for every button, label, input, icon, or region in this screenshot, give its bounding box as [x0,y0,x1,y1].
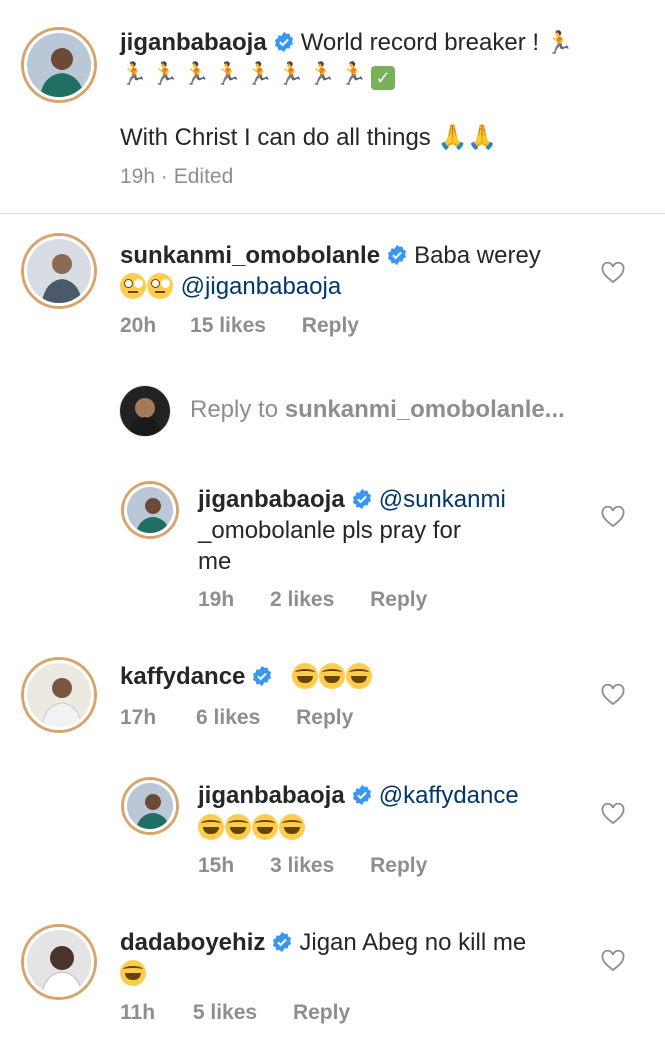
profile-photo-icon [120,386,170,436]
reply-target: sunkanmi_omobolanle... [284,396,565,423]
comment-username[interactable]: jiganbabaoja [198,782,345,809]
person-running-emoji: 🏃🏃🏃🏃🏃🏃🏃🏃 [120,61,372,86]
heart-icon[interactable] [601,950,625,972]
heart-icon[interactable] [601,684,625,706]
comment-username[interactable]: kaffydance [120,663,245,690]
comment-text: me [198,548,232,575]
comment-text: World record breaker ! [300,29,540,56]
reply-button[interactable]: Reply [370,854,427,877]
reply-button[interactable]: Reply [296,706,353,729]
verified-badge-icon [352,488,371,510]
face-with-tears-of-joy-emoji [252,814,278,840]
reply-button[interactable]: Reply [302,314,359,337]
comment-time: 19h [120,165,156,188]
comment-username[interactable]: jiganbabaoja [120,29,267,56]
likes-count[interactable]: 3 likes [270,854,334,877]
profile-photo-icon [27,33,91,97]
comment-time: 15h [198,854,235,877]
verified-badge-icon [387,244,407,266]
likes-count[interactable]: 6 likes [196,706,260,729]
mention-link[interactable]: @jiganbabaoja [181,273,342,300]
face-with-tears-of-joy-emoji [292,663,319,689]
avatar[interactable] [124,484,176,536]
face-with-tears-of-joy-emoji [198,814,224,840]
face-with-tears-of-joy-emoji [225,814,251,840]
comment-time: 11h [120,1001,156,1024]
person-running-emoji: 🏃 [545,30,578,55]
comment-username[interactable]: dadaboyehiz [120,929,265,956]
comment-text: Jigan Abeg no kill me [299,929,527,956]
profile-photo-icon [127,487,173,533]
face-with-rolling-eyes-emoji [147,273,173,299]
check-mark-emoji: ✓ [371,66,396,90]
avatar[interactable] [24,30,94,100]
likes-count[interactable]: 2 likes [270,588,334,611]
heart-icon[interactable] [601,803,625,825]
face-with-tears-of-joy-emoji [120,960,146,986]
avatar[interactable] [24,660,94,730]
verified-badge-icon [274,31,293,53]
avatar [120,386,170,436]
emoji-row: 🏃🏃🏃🏃🏃🏃🏃🏃 ✓ [120,61,396,90]
reply-button[interactable]: Reply [370,588,427,611]
face-with-tears-of-joy-emoji [279,814,305,840]
heart-icon[interactable] [601,506,625,528]
mention-link[interactable]: @kaffydance [379,782,519,809]
profile-photo-icon [27,663,91,727]
comment-time: 17h [120,706,157,729]
comment-time: 20h [120,314,157,337]
comment-text: With Christ I can do all things [120,124,431,151]
face-with-tears-of-joy-emoji [319,663,346,689]
likes-count[interactable]: 15 likes [190,314,266,337]
comment-username[interactable]: sunkanmi_omobolanle [120,242,380,269]
comment-text: _omobolanle pls pray for [198,517,461,544]
verified-badge-icon [352,784,371,806]
divider [0,213,665,214]
likes-count[interactable]: 5 likes [193,1001,257,1024]
face-with-tears-of-joy-emoji [346,663,373,689]
folded-hands-emoji: 🙏🙏 [437,124,498,151]
face-with-rolling-eyes-emoji [120,273,146,299]
verified-badge-icon [273,931,292,953]
heart-icon[interactable] [601,262,625,284]
comment-username[interactable]: jiganbabaoja [198,486,345,513]
mention-link[interactable]: @sunkanmi [379,486,506,513]
comment-time: 19h [198,588,235,611]
avatar[interactable] [24,236,94,306]
avatar[interactable] [124,780,176,832]
profile-photo-icon [27,930,91,994]
reply-prefix: Reply to [190,396,279,423]
profile-photo-icon [27,239,91,303]
verified-badge-icon [253,665,272,687]
comment-text: Baba werey [414,242,541,269]
avatar[interactable] [24,927,94,997]
edited-label: · Edited [160,165,234,188]
reply-button[interactable]: Reply [293,1001,350,1024]
profile-photo-icon [127,783,173,829]
